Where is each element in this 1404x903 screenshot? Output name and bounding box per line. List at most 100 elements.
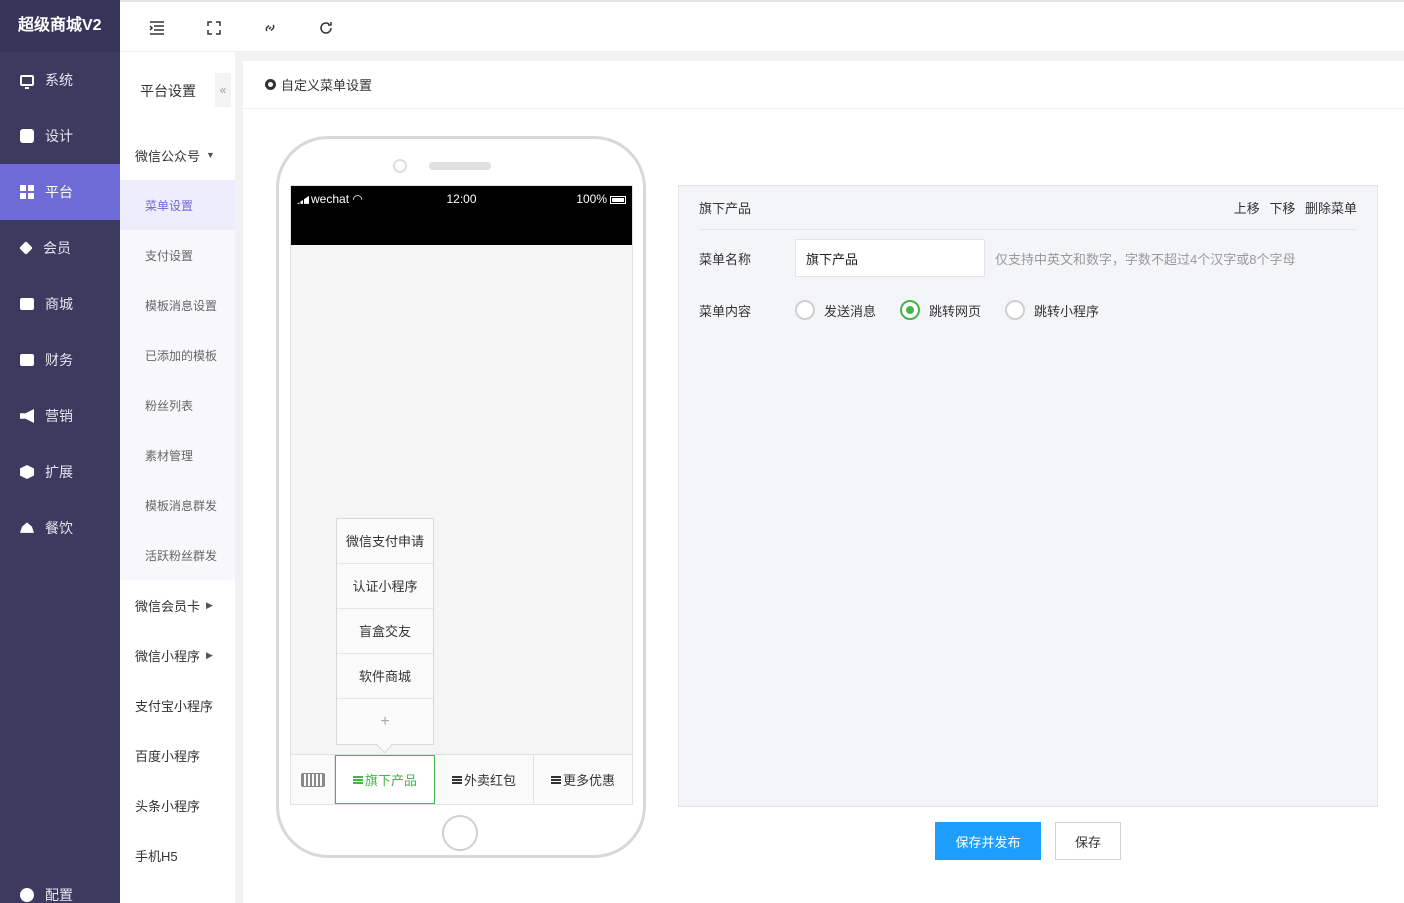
menu-item-products[interactable]: 旗下产品 (335, 755, 435, 804)
nav-item-member[interactable]: 会员 (0, 220, 120, 276)
radio-label: 发送消息 (824, 303, 877, 319)
panel-header: 旗下产品 上移 下移 删除菜单 (699, 186, 1357, 230)
caret-right-icon: ▶ (206, 649, 213, 660)
menu-name-row: 菜单名称 旗下产品 仅支持中英文和数字，字数不超过4个汉字或8个字母 (699, 239, 1295, 277)
phone-speaker (429, 162, 491, 170)
menu-fold-icon[interactable] (148, 19, 166, 37)
nav-item-config[interactable]: 配置 (0, 873, 120, 903)
nav-label: 会员 (43, 240, 71, 256)
mail-icon (20, 298, 34, 310)
cube-icon (20, 465, 34, 479)
menu-item-label: 旗下产品 (364, 773, 417, 788)
menu-item-more[interactable]: 更多优惠 (534, 755, 632, 804)
phone-home-button (442, 815, 478, 851)
subbar-header: 平台设置 « (120, 52, 235, 130)
status-battery: 100% (576, 192, 626, 206)
move-up-link[interactable]: 上移 (1234, 201, 1260, 216)
nav-label: 商城 (45, 296, 73, 312)
gear-icon (265, 79, 276, 90)
sub-item-added-templates[interactable]: 已添加的模板 (120, 330, 235, 380)
sub-item-payment-settings[interactable]: 支付设置 (120, 230, 235, 280)
diamond-icon (19, 241, 33, 255)
sub-item-fans-list[interactable]: 粉丝列表 (120, 380, 235, 430)
sub-item-template-settings[interactable]: 模板消息设置 (120, 280, 235, 330)
radio-open-webpage[interactable]: 跳转网页 (900, 300, 981, 320)
sub-group-label: 支付宝小程序 (135, 698, 214, 714)
menu-item-label: 外卖红包 (463, 773, 516, 788)
page-title-text: 自定义菜单设置 (281, 78, 373, 93)
collapse-button[interactable]: « (215, 73, 231, 107)
sub-group-toutiao-miniapp[interactable]: 头条小程序 (120, 780, 235, 830)
sub-item-menu-settings[interactable]: 菜单设置 (120, 180, 235, 230)
nav-label: 系统 (45, 72, 73, 88)
nav-item-design[interactable]: 设计 (0, 108, 120, 164)
sub-group-label: 头条小程序 (135, 798, 201, 814)
sub-item-materials[interactable]: 素材管理 (120, 430, 235, 480)
panel-actions: 上移 下移 删除菜单 (1228, 198, 1357, 217)
bell-icon (20, 522, 34, 533)
phone-menu-bar: 旗下产品 外卖红包 更多优惠 (291, 754, 632, 804)
sub-group-label: 微信会员卡 (135, 598, 201, 614)
menu-item-takeout[interactable]: 外卖红包 (435, 755, 534, 804)
nav-item-catering[interactable]: 餐饮 (0, 500, 120, 556)
battery-icon (610, 195, 626, 204)
nav-item-mall[interactable]: 商城 (0, 276, 120, 332)
menu-item-label: 更多优惠 (562, 773, 615, 788)
sub-item-template-broadcast[interactable]: 模板消息群发 (120, 480, 235, 530)
grid-icon (20, 185, 34, 199)
nav-item-system[interactable]: 系统 (0, 52, 120, 108)
phone-camera (393, 159, 407, 173)
nav-label: 餐饮 (45, 520, 73, 536)
sub-group-baidu-miniapp[interactable]: 百度小程序 (120, 730, 235, 780)
radio-open-miniapp[interactable]: 跳转小程序 (1005, 300, 1099, 320)
submenu-item[interactable]: 盲盒交友 (337, 609, 433, 654)
submenu-item[interactable]: 认证小程序 (337, 564, 433, 609)
subbar-title: 平台设置 (140, 83, 196, 99)
menu-name-label: 菜单名称 (699, 251, 752, 267)
sub-sidebar: 平台设置 « 微信公众号 ▼ 菜单设置 支付设置 模板消息设置 已添加的模板 粉丝… (120, 52, 235, 903)
keyboard-toggle[interactable] (291, 755, 335, 804)
sub-group-label: 百度小程序 (135, 748, 201, 764)
sub-list: 菜单设置 支付设置 模板消息设置 已添加的模板 粉丝列表 素材管理 模板消息群发… (120, 180, 235, 580)
sub-group-wechat-miniapp[interactable]: 微信小程序 ▶ (120, 630, 235, 680)
add-submenu-button[interactable]: + (337, 699, 433, 744)
caret-down-icon: ▼ (206, 150, 215, 160)
sub-group-mobile-h5[interactable]: 手机H5 (120, 830, 235, 880)
refresh-icon[interactable] (317, 19, 335, 37)
submenu-item[interactable]: 微信支付申请 (337, 519, 433, 564)
save-button[interactable]: 保存 (1055, 822, 1121, 860)
menu-content-label: 菜单内容 (699, 303, 752, 319)
cog-icon (20, 888, 34, 902)
submenu-popup: 微信支付申请 认证小程序 盲盒交友 软件商城 + (336, 518, 434, 745)
fullscreen-icon[interactable] (205, 19, 223, 37)
phone-screen: wechat ◠ 12:00 100% 微信支付申请 认证小程序 盲盒交友 软件… (290, 185, 633, 805)
monitor-icon (20, 74, 34, 89)
nav-item-extend[interactable]: 扩展 (0, 444, 120, 500)
list-icon (451, 775, 462, 784)
page-title: 自定义菜单设置 (243, 61, 1404, 109)
save-and-publish-button[interactable]: 保存并发布 (935, 822, 1041, 860)
radio-icon (795, 300, 815, 320)
nav-label: 配置 (45, 887, 73, 903)
puzzle-icon (20, 129, 34, 143)
sub-group-wechat-card[interactable]: 微信会员卡 ▶ (120, 580, 235, 630)
move-down-link[interactable]: 下移 (1269, 201, 1295, 216)
delete-menu-link[interactable]: 删除菜单 (1305, 201, 1357, 216)
main-sidebar: 超级商城V2 系统 设计 平台 会员 商城 财务 营销 扩展 餐饮 配置 (0, 0, 120, 903)
nav-item-marketing[interactable]: 营销 (0, 388, 120, 444)
keyboard-icon (300, 772, 325, 787)
battery-text: 100% (576, 192, 607, 206)
sub-group-alipay-miniapp[interactable]: 支付宝小程序 (120, 680, 235, 730)
nav-item-finance[interactable]: 财务 (0, 332, 120, 388)
sub-group-label: 手机H5 (135, 848, 178, 864)
sub-group-wechat-official[interactable]: 微信公众号 ▼ (120, 130, 235, 180)
radio-send-message[interactable]: 发送消息 (795, 300, 876, 320)
menu-name-input[interactable]: 旗下产品 (795, 239, 985, 277)
list-icon (352, 775, 363, 784)
submenu-item[interactable]: 软件商城 (337, 654, 433, 699)
wallet-icon (20, 354, 34, 366)
sub-item-active-fans-broadcast[interactable]: 活跃粉丝群发 (120, 530, 235, 580)
nav-item-platform[interactable]: 平台 (0, 164, 120, 220)
menu-name-hint: 仅支持中英文和数字，字数不超过4个汉字或8个字母 (995, 251, 1296, 267)
link-icon[interactable] (261, 19, 279, 37)
